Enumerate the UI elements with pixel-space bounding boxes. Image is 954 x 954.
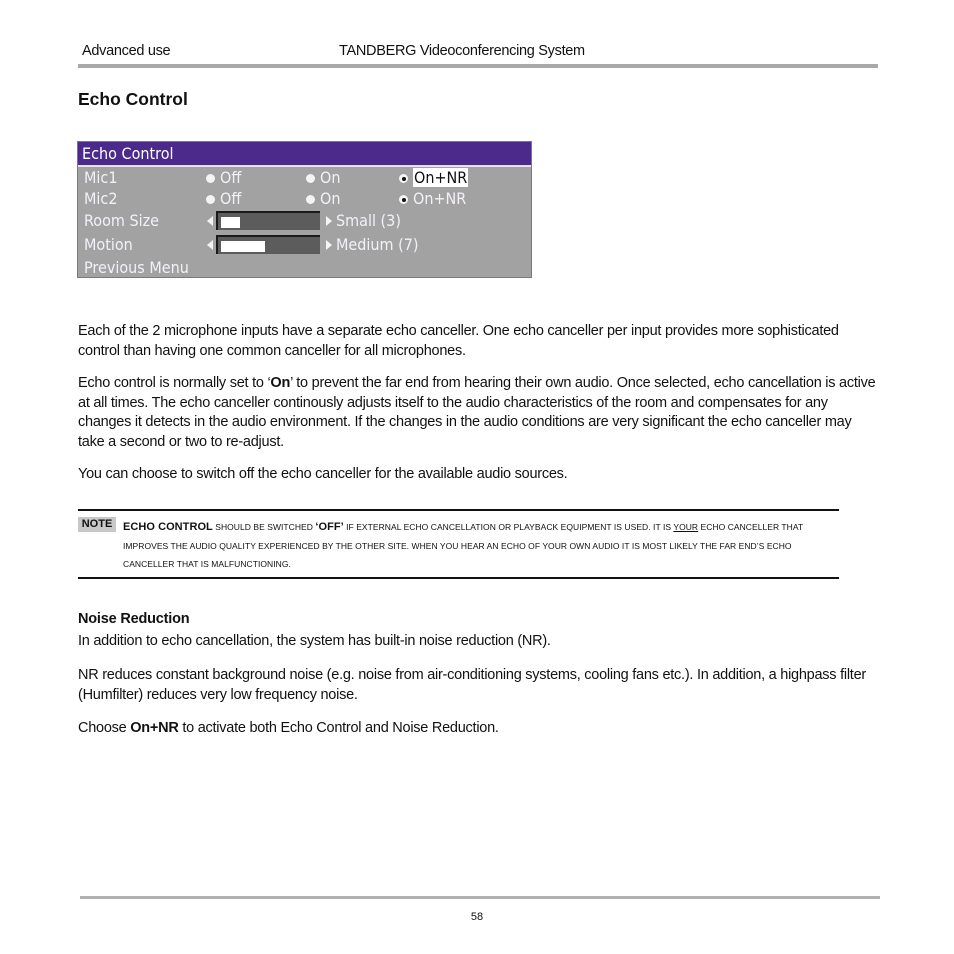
paragraph-nr-choose: Choose On+NR to activate both Echo Contr… [78, 720, 499, 736]
osd-row-previous-menu[interactable]: Previous Menu [84, 257, 524, 279]
osd-row-room-size[interactable]: Room Size Small (3) [84, 210, 524, 232]
room-size-slider[interactable] [216, 211, 320, 230]
osd-row-label: Mic2 [84, 189, 118, 208]
radio-mic1-on[interactable]: On [306, 167, 340, 189]
radio-mic1-off[interactable]: Off [206, 167, 241, 189]
section-title: Echo Control [78, 89, 188, 109]
osd-row-motion[interactable]: Motion Medium (7) [84, 234, 524, 256]
radio-selected-icon [399, 195, 408, 204]
radio-unselected-icon [306, 195, 315, 204]
osd-row-mic1[interactable]: Mic1 Off On On+NR [84, 167, 524, 189]
radio-mic2-on-nr[interactable]: On+NR [399, 188, 466, 210]
arrow-left-icon[interactable] [207, 240, 213, 250]
motion-value: Medium (7) [336, 235, 419, 254]
page-number: 58 [470, 911, 484, 923]
motion-slider-fill [221, 241, 265, 252]
radio-unselected-icon [206, 174, 215, 183]
previous-menu-link[interactable]: Previous Menu [84, 257, 189, 279]
osd-row-label: Mic1 [84, 168, 118, 187]
motion-slider[interactable] [216, 235, 320, 254]
radio-mic2-off[interactable]: Off [206, 188, 241, 210]
note-bottom-divider [78, 577, 839, 579]
noise-reduction-heading: Noise Reduction [78, 611, 190, 627]
room-size-slider-fill [221, 217, 240, 228]
radio-unselected-icon [306, 174, 315, 183]
arrow-right-icon[interactable] [326, 240, 332, 250]
radio-mic1-on-nr[interactable]: On+NR [399, 167, 469, 189]
osd-menu-title: Echo Control [78, 142, 531, 167]
note-badge: NOTE [78, 517, 116, 532]
header-product: TANDBERG Videoconferencing System [339, 43, 585, 59]
radio-unselected-icon [206, 195, 215, 204]
paragraph-switch-off: You can choose to switch off the echo ca… [78, 466, 568, 482]
paragraph-nr-intro: In addition to echo cancellation, the sy… [78, 633, 551, 649]
osd-row-label: Motion [84, 235, 133, 254]
arrow-right-icon[interactable] [326, 216, 332, 226]
radio-selected-icon [399, 174, 408, 183]
note-top-divider [78, 509, 839, 511]
arrow-left-icon[interactable] [207, 216, 213, 226]
header-section: Advanced use [82, 43, 171, 59]
header-divider [78, 64, 878, 68]
footer-divider [80, 896, 880, 899]
paragraph-echo-control: Echo control is normally set to ‘On’ to … [78, 375, 876, 450]
paragraph-nr-details: NR reduces constant background noise (e.… [78, 667, 866, 703]
radio-mic2-on[interactable]: On [306, 188, 340, 210]
paragraph-mic-inputs: Each of the 2 microphone inputs have a s… [78, 323, 839, 359]
note-text: Echo Control should be switched ‘Off’ if… [123, 521, 804, 569]
room-size-value: Small (3) [336, 211, 401, 230]
osd-row-label: Room Size [84, 211, 160, 230]
osd-row-mic2[interactable]: Mic2 Off On On+NR [84, 188, 524, 210]
osd-echo-control-menu: Echo Control Mic1 Off On On+NR Mic2 Off … [77, 141, 532, 278]
